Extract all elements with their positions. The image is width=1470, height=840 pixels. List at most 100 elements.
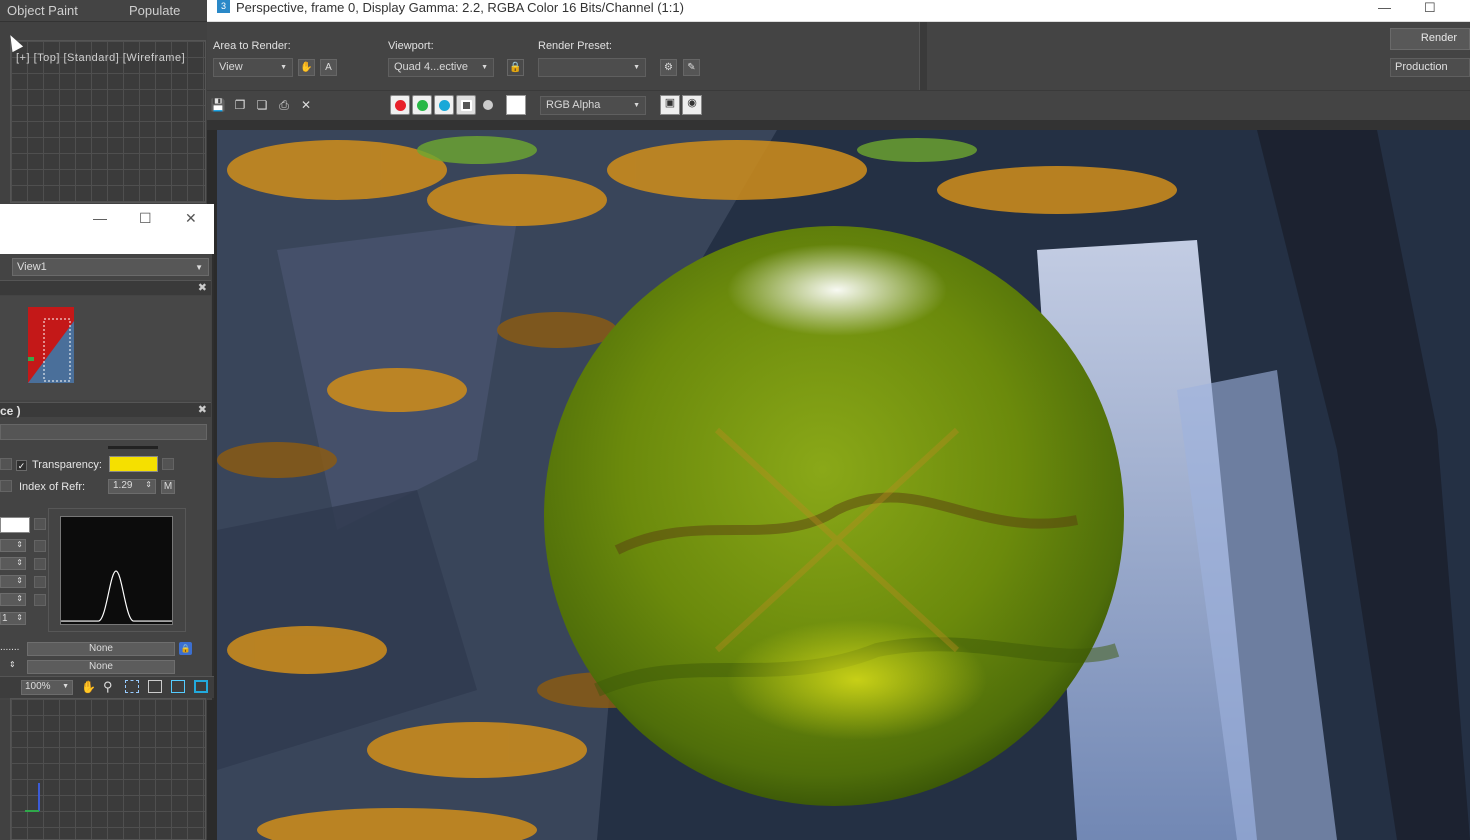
menu-object-paint[interactable]: Object Paint: [7, 3, 78, 18]
close-panel-icon[interactable]: ✖: [198, 403, 207, 416]
area-to-render-value: View: [219, 61, 243, 73]
area-to-render-select[interactable]: View ▼: [213, 58, 293, 77]
green-channel-toggle[interactable]: [412, 95, 432, 115]
red-channel-toggle[interactable]: [390, 95, 410, 115]
rendered-image[interactable]: [217, 130, 1470, 840]
material-node-icon[interactable]: [28, 307, 74, 383]
maximize-icon[interactable]: ☐: [1424, 0, 1436, 16]
map-slot-button[interactable]: None: [27, 660, 175, 674]
zoom-select[interactable]: 100% ▼: [21, 680, 73, 695]
spinner-field[interactable]: ⇕: [0, 557, 26, 570]
maximize-icon[interactable]: ☐: [139, 210, 152, 227]
print-image-icon[interactable]: ⎙: [276, 97, 292, 113]
channel-display-value: RGB Alpha: [546, 99, 601, 111]
background-color-swatch[interactable]: [506, 95, 526, 115]
environment-effects-icon[interactable]: ✎: [683, 59, 700, 76]
map-slot-prefix: .......: [0, 642, 20, 653]
monochrome-icon[interactable]: [483, 100, 493, 110]
zoom-selected-icon[interactable]: [171, 680, 185, 693]
alpha-channel-toggle[interactable]: [456, 95, 476, 115]
white-color-swatch[interactable]: [0, 517, 30, 533]
map-button[interactable]: [0, 480, 12, 492]
render-preset-select[interactable]: ▼: [538, 58, 646, 77]
show-frame-icon[interactable]: ◉: [682, 95, 702, 115]
transparency-label: Transparency:: [32, 459, 102, 471]
material-editor-titlebar: — ☐ ✕: [0, 204, 214, 254]
viewport-label: Viewport:: [388, 40, 434, 52]
spinner-value: 1: [2, 613, 8, 624]
spinner-field[interactable]: ⇕: [0, 575, 26, 588]
spinner-arrows-icon[interactable]: ⇕: [16, 613, 23, 622]
map-button[interactable]: [34, 558, 46, 570]
map-slot-button[interactable]: None: [27, 642, 175, 656]
green-channel-icon: [417, 100, 428, 111]
copy-image-icon[interactable]: ❐: [232, 97, 248, 113]
material-name-field[interactable]: [0, 424, 207, 440]
viewport-value: Quad 4...ective: [394, 61, 468, 73]
map-button[interactable]: [0, 458, 12, 470]
clear-icon[interactable]: ✕: [298, 97, 314, 113]
chevron-down-icon: ▼: [633, 64, 640, 71]
map-button[interactable]: [34, 594, 46, 606]
spinner-arrows-icon[interactable]: ⇕: [16, 540, 23, 549]
lock-icon[interactable]: 🔒: [507, 59, 524, 76]
render-mode-value: Production: [1395, 61, 1448, 73]
frame-all-icon[interactable]: [194, 680, 208, 693]
zoom-extents-icon[interactable]: [148, 680, 162, 693]
spinner-arrows-icon[interactable]: ⇕: [16, 558, 23, 567]
pan-hand-icon[interactable]: ✋: [81, 680, 96, 694]
blue-channel-toggle[interactable]: [434, 95, 454, 115]
parameter-panel-header: ce ) ✖: [0, 402, 211, 418]
top-viewport-label[interactable]: [+] [Top] [Standard] [Wireframe]: [16, 52, 185, 64]
bottom-viewport[interactable]: [10, 698, 206, 840]
spinner-field[interactable]: 1 ⇕: [0, 612, 26, 625]
transparency-map-button[interactable]: [162, 458, 174, 470]
clone-frame-icon[interactable]: ❏: [254, 97, 270, 113]
menu-populate[interactable]: Populate: [129, 3, 180, 18]
toolbar-divider: [919, 22, 927, 90]
map-button[interactable]: [34, 540, 46, 552]
render-button[interactable]: Render: [1390, 28, 1470, 50]
spinner-arrows-icon[interactable]: ⇕: [9, 660, 16, 669]
ior-spinner[interactable]: 1.29 ⇕: [108, 479, 156, 494]
transparency-checkbox[interactable]: ✓: [16, 460, 27, 471]
zoom-region-icon[interactable]: [125, 680, 139, 693]
viewport-select[interactable]: Quad 4...ective ▼: [388, 58, 494, 77]
close-icon[interactable]: ✕: [185, 210, 197, 227]
spinner-arrows-icon[interactable]: ⇕: [16, 576, 23, 585]
ior-map-button[interactable]: M: [161, 480, 175, 494]
render-frame-title: Perspective, frame 0, Display Gamma: 2.2…: [236, 0, 684, 15]
zoom-icon[interactable]: ⚲: [103, 679, 113, 695]
spinner-arrows-icon[interactable]: ⇕: [145, 480, 152, 489]
lock-icon[interactable]: 🔒: [179, 642, 192, 655]
red-channel-icon: [395, 100, 406, 111]
chevron-down-icon: ▼: [633, 102, 640, 109]
auto-region-icon[interactable]: A: [320, 59, 337, 76]
main-menubar: Object Paint Populate: [0, 0, 207, 22]
spinner-field[interactable]: ⇕: [0, 539, 26, 552]
spinner-arrows-icon[interactable]: ⇕: [16, 594, 23, 603]
alpha-channel-icon: [461, 100, 472, 111]
minimize-icon[interactable]: —: [1378, 0, 1391, 15]
save-image-icon[interactable]: 💾: [210, 97, 226, 113]
close-panel-icon[interactable]: ✖: [198, 281, 207, 294]
transparency-color-swatch[interactable]: [109, 456, 158, 472]
edit-region-hand-icon[interactable]: ✋: [298, 59, 315, 76]
map-button[interactable]: [34, 518, 46, 530]
render-mode-select[interactable]: Production: [1390, 58, 1470, 77]
view-select[interactable]: View1 ▼: [12, 258, 209, 276]
rendered-scene: [217, 130, 1470, 840]
area-to-render-label: Area to Render:: [213, 40, 291, 52]
blue-channel-icon: [439, 100, 450, 111]
spinner-field[interactable]: ⇕: [0, 593, 26, 606]
render-frame-titlebar: 3 Perspective, frame 0, Display Gamma: 2…: [207, 0, 1470, 22]
specular-highlight-graph: [60, 516, 173, 625]
display-toggle-icon[interactable]: ▣: [660, 95, 680, 115]
map-button[interactable]: [34, 576, 46, 588]
minimize-icon[interactable]: —: [93, 210, 107, 226]
render-setup-icon[interactable]: ⚙: [660, 59, 677, 76]
render-preset-label: Render Preset:: [538, 40, 612, 52]
render-button-label: Render: [1420, 32, 1457, 44]
channel-display-select[interactable]: RGB Alpha ▼: [540, 96, 646, 115]
top-viewport[interactable]: [10, 40, 206, 203]
